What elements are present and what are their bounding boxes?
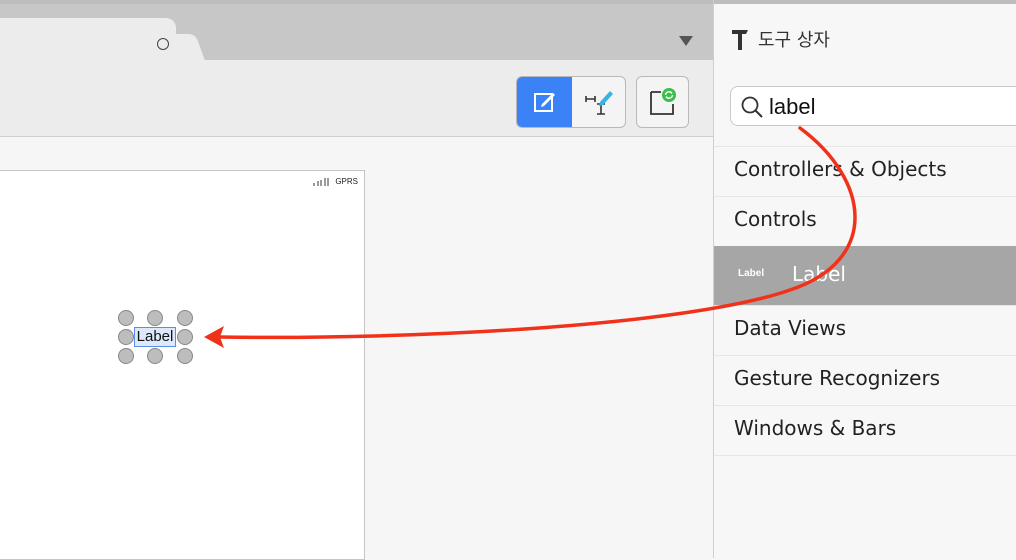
category-label: Data Views <box>734 316 846 340</box>
category-label: Controls <box>734 207 817 231</box>
ruler-pen-icon <box>584 91 613 115</box>
search-input[interactable]: label <box>769 94 815 120</box>
label-thumbnail-icon: Label <box>738 268 765 279</box>
resize-handle-top-left[interactable] <box>118 310 134 326</box>
resize-handle-right[interactable] <box>177 329 193 345</box>
toolbox-panel: 도구 상자 label Controllers & Objects Contro… <box>714 4 1016 558</box>
category-windows-bars[interactable]: Windows & Bars <box>714 405 1016 456</box>
resize-handle-bottom[interactable] <box>147 348 163 364</box>
resize-handle-bottom-left[interactable] <box>118 348 134 364</box>
category-gesture-recognizers[interactable]: Gesture Recognizers <box>714 355 1016 405</box>
toolbox-item-label[interactable]: Label Label <box>714 246 1016 305</box>
resize-handle-top-right[interactable] <box>177 310 193 326</box>
toolbox-search-field[interactable]: label <box>730 86 1016 126</box>
resize-handle-top[interactable] <box>147 310 163 326</box>
category-label: Gesture Recognizers <box>734 366 941 390</box>
tab-bar <box>0 4 714 60</box>
toolbox-category-list: Controllers & Objects Controls Label Lab… <box>714 146 1016 456</box>
refresh-view-icon <box>649 88 676 115</box>
circle-icon[interactable] <box>157 38 169 50</box>
editor-toolbar <box>0 60 714 137</box>
selected-label-element[interactable]: Label <box>134 327 176 347</box>
signal-strength-icon <box>313 177 330 186</box>
chevron-down-icon[interactable] <box>679 36 693 46</box>
resize-handle-bottom-right[interactable] <box>177 348 193 364</box>
status-bar: GPRS <box>313 177 358 186</box>
size-inspector-button[interactable] <box>572 77 625 127</box>
device-screen[interactable]: GPRS <box>0 170 365 560</box>
hammer-icon <box>732 30 748 50</box>
document-tab[interactable] <box>0 18 176 60</box>
category-controllers-objects[interactable]: Controllers & Objects <box>714 146 1016 196</box>
search-icon <box>741 96 763 118</box>
resize-handle-left[interactable] <box>118 329 134 345</box>
refresh-view-button[interactable] <box>636 76 689 128</box>
category-label: Controllers & Objects <box>734 157 947 181</box>
view-mode-segmented-control <box>516 76 626 128</box>
category-label: Windows & Bars <box>734 416 897 440</box>
edit-icon <box>533 93 555 112</box>
carrier-name: GPRS <box>335 177 358 186</box>
category-controls[interactable]: Controls <box>714 196 1016 246</box>
toolbox-header: 도구 상자 <box>730 26 830 52</box>
toolbox-item-label-text: Label <box>792 262 846 286</box>
toolbox-title: 도구 상자 <box>758 30 830 51</box>
edit-mode-button[interactable] <box>517 77 572 127</box>
category-data-views[interactable]: Data Views <box>714 305 1016 355</box>
